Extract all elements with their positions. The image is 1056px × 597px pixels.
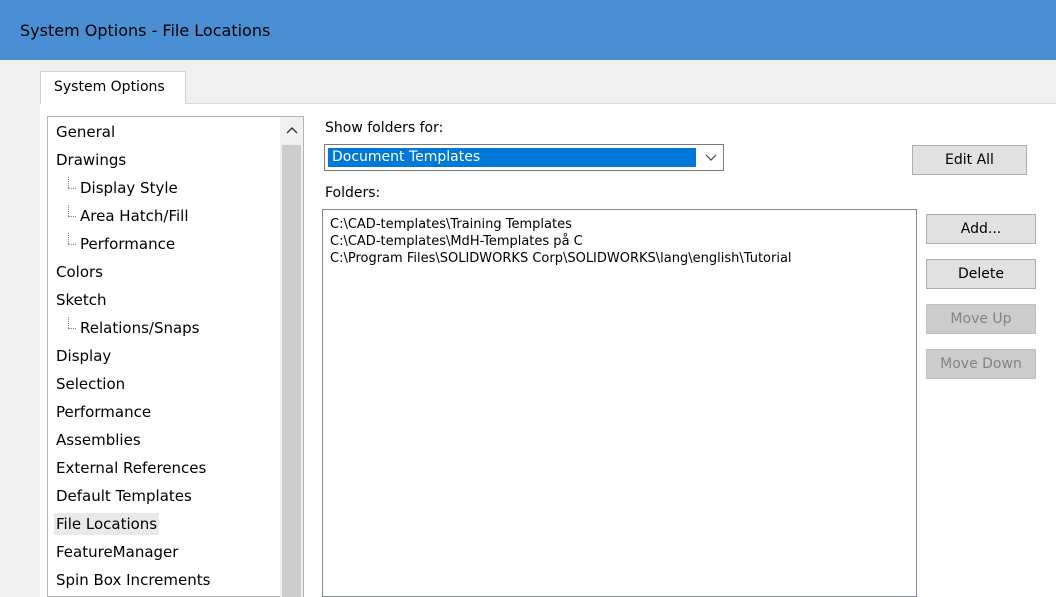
tree-item-label: Drawings (56, 151, 127, 169)
add-button[interactable]: Add... (926, 214, 1036, 244)
tree-scrollbar[interactable] (280, 117, 303, 597)
tree-item-label: Selection (56, 375, 126, 393)
tree-item-label: Display (56, 347, 112, 365)
chevron-down-icon (705, 147, 717, 166)
tab-system-options[interactable]: System Options (40, 71, 186, 104)
tab-label: System Options (54, 79, 165, 95)
folders-list[interactable]: C:\CAD-templates\Training Templates C:\C… (322, 209, 917, 597)
show-folders-selected-value: Document Templates (328, 148, 696, 167)
folders-label: Folders: (325, 185, 381, 201)
delete-button[interactable]: Delete (926, 259, 1036, 289)
tree-item-label: Spin Box Increments (56, 571, 211, 589)
scroll-up-arrow-icon[interactable] (280, 117, 303, 143)
folder-row[interactable]: C:\Program Files\SOLIDWORKS Corp\SOLIDWO… (330, 250, 792, 267)
tree-item-performance[interactable]: Performance (54, 401, 153, 423)
tree-item-label: Relations/Snaps (80, 319, 200, 337)
tree-item-label: File Locations (56, 515, 158, 533)
folder-row[interactable]: C:\CAD-templates\Training Templates (330, 216, 572, 233)
tree-item-assemblies[interactable]: Assemblies (54, 429, 143, 451)
tree-item-label: Assemblies (56, 431, 141, 449)
tree-branch-line (64, 233, 80, 255)
tree-item-label: Area Hatch/Fill (80, 207, 189, 225)
tree-item-label: External References (56, 459, 207, 477)
tree-item-selection[interactable]: Selection (54, 373, 127, 395)
tree-branch-line (64, 317, 80, 339)
tree-item-label: FeatureManager (56, 543, 179, 561)
tree-item-default-templates[interactable]: Default Templates (54, 485, 194, 507)
move-up-button[interactable]: Move Up (926, 304, 1036, 334)
tree-item-drawings[interactable]: Drawings (54, 149, 128, 171)
show-folders-dropdown[interactable]: Document Templates (324, 144, 724, 171)
tree-item-label: Default Templates (56, 487, 192, 505)
tree-item-label: Sketch (56, 291, 107, 309)
tree-item-label: Performance (56, 403, 152, 421)
tree-branch-line (64, 205, 80, 227)
tree-item-external-references[interactable]: External References (54, 457, 208, 479)
tree-item-display[interactable]: Display (54, 345, 113, 367)
tree-item-area-hatch-fill[interactable]: Area Hatch/Fill (64, 205, 191, 227)
scroll-thumb[interactable] (282, 145, 301, 597)
tree-item-label: General (56, 123, 116, 141)
tree-branch-line (64, 177, 80, 199)
window-title: System Options - File Locations (20, 21, 271, 40)
tree-item-label: Display Style (80, 179, 178, 197)
tree-item-featuremanager[interactable]: FeatureManager (54, 541, 180, 563)
tree-item-sketch[interactable]: Sketch (54, 289, 109, 311)
move-down-button[interactable]: Move Down (926, 349, 1036, 379)
tree-item-label: Colors (56, 263, 103, 281)
tree-item-colors[interactable]: Colors (54, 261, 105, 283)
show-folders-label: Show folders for: (325, 120, 444, 136)
tree-item-display-style[interactable]: Display Style (64, 177, 180, 199)
title-bar: System Options - File Locations (0, 0, 1056, 60)
edit-all-button[interactable]: Edit All (912, 145, 1027, 175)
tree-item-file-locations[interactable]: File Locations (54, 513, 160, 535)
tree-item-spin-box-increments[interactable]: Spin Box Increments (54, 569, 212, 591)
options-tree[interactable]: General Drawings Display Style Area Hatc… (47, 116, 304, 597)
tree-item-label: Performance (80, 235, 176, 253)
tree-item-drawings-performance[interactable]: Performance (64, 233, 177, 255)
tree-item-relations-snaps[interactable]: Relations/Snaps (64, 317, 202, 339)
folder-row[interactable]: C:\CAD-templates\MdH-Templates på C (330, 233, 583, 250)
tree-item-general[interactable]: General (54, 121, 117, 143)
